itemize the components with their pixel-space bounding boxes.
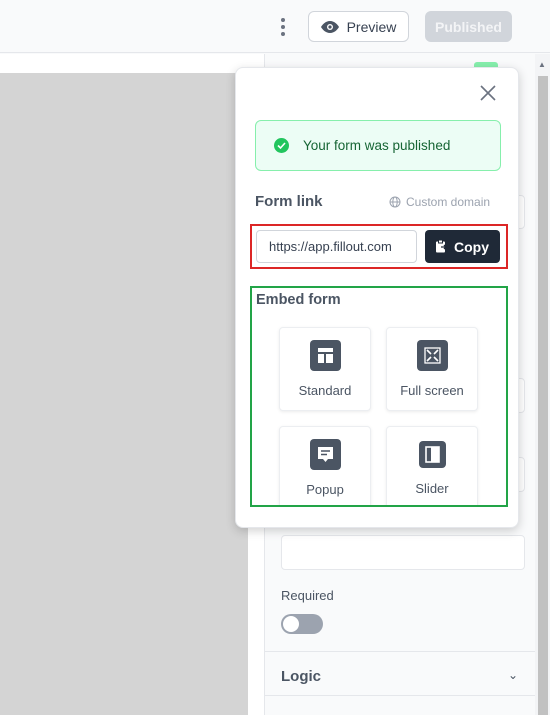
- form-link-title: Form link: [255, 193, 323, 210]
- success-message: Your form was published: [303, 138, 451, 153]
- embed-form-title: Embed form: [256, 292, 341, 308]
- embed-option-standard[interactable]: Standard: [279, 327, 371, 411]
- form-url-input[interactable]: https://app.fillout.com: [256, 230, 417, 263]
- success-banner: Your form was published: [255, 120, 501, 171]
- custom-domain-link[interactable]: Custom domain: [389, 195, 490, 209]
- copy-label: Copy: [454, 238, 489, 255]
- form-canvas: [0, 73, 248, 715]
- eye-icon: [320, 20, 339, 33]
- canvas-header: [0, 54, 265, 73]
- copy-button[interactable]: Copy: [425, 230, 500, 263]
- preview-button[interactable]: Preview: [308, 11, 409, 42]
- required-toggle[interactable]: [281, 614, 323, 634]
- top-bar: Preview Published: [0, 0, 550, 53]
- embed-option-full-screen[interactable]: Full screen: [386, 327, 478, 411]
- more-options-icon[interactable]: [276, 16, 290, 38]
- chevron-down-icon[interactable]: ⌄: [508, 668, 518, 682]
- check-circle-icon: [274, 138, 289, 153]
- publish-popup: Your form was published Form link Custom…: [235, 67, 519, 528]
- logic-section-header[interactable]: Logic: [281, 668, 321, 685]
- embed-option-label: Slider: [415, 481, 449, 496]
- embed-option-label: Popup: [306, 482, 344, 497]
- clipboard-icon: [436, 240, 447, 253]
- layout-icon: [310, 340, 341, 371]
- embed-option-label: Full screen: [400, 383, 464, 398]
- embed-option-slider[interactable]: Slider: [386, 426, 478, 505]
- expand-icon: [417, 340, 448, 371]
- scrollbar-thumb[interactable]: [538, 76, 548, 715]
- embed-form-highlight: Embed form Standard Full screen Popup Sl…: [250, 286, 508, 507]
- panel-text-input[interactable]: [281, 535, 525, 570]
- form-link-highlight: https://app.fillout.com Copy: [250, 224, 508, 269]
- embed-option-label: Standard: [298, 383, 352, 398]
- published-button[interactable]: Published: [425, 11, 512, 42]
- message-icon: [310, 439, 341, 470]
- divider: [265, 695, 535, 696]
- embed-option-popup[interactable]: Popup: [279, 426, 371, 505]
- scroll-up-icon[interactable]: ▲: [538, 60, 546, 69]
- divider: [265, 651, 535, 652]
- custom-domain-label: Custom domain: [406, 195, 491, 209]
- globe-icon: [389, 196, 401, 208]
- required-label: Required: [281, 588, 334, 603]
- sidebar-icon: [419, 441, 446, 468]
- preview-label: Preview: [346, 18, 397, 35]
- close-icon[interactable]: [479, 84, 497, 102]
